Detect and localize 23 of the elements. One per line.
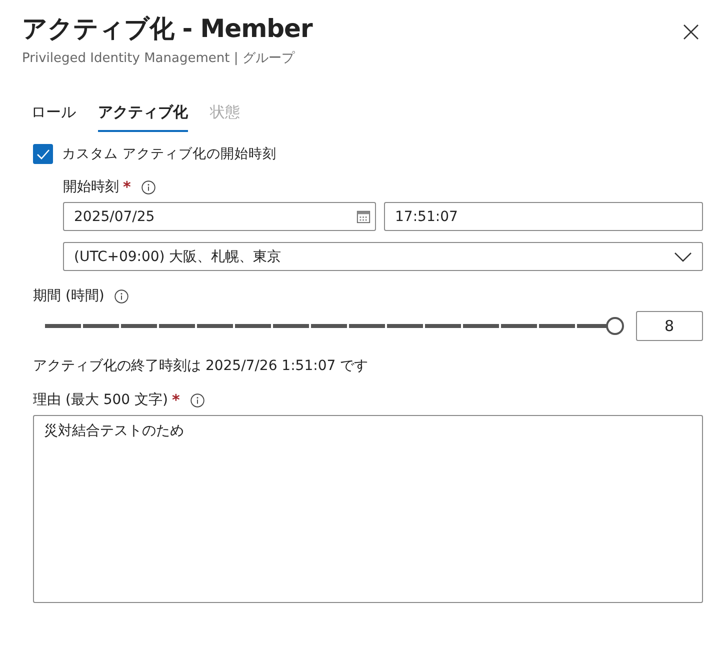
timezone-dropdown[interactable]: (UTC+09:00) 大阪、札幌、東京 — [63, 242, 703, 271]
required-mark: * — [123, 178, 131, 196]
tab[interactable]: ロール — [31, 97, 76, 132]
end-time-text: アクティブ化の終了時刻は 2025/7/26 1:51:07 です — [33, 357, 370, 375]
checkbox-label: カスタム アクティブ化の開始時刻 — [62, 145, 276, 163]
chevron-down-icon — [674, 252, 692, 262]
number-field[interactable]: 8 — [636, 311, 703, 341]
time-field[interactable]: 17:51:07 — [384, 202, 703, 231]
checkbox[interactable] — [33, 144, 53, 164]
slider-thumb[interactable] — [606, 317, 624, 335]
calendar-icon[interactable] — [356, 209, 371, 224]
info-icon[interactable] — [140, 180, 156, 194]
field-label: 理由 (最大 500 文字) — [33, 391, 168, 409]
reason-textarea[interactable]: 災対結合テストのため — [33, 415, 703, 603]
field-label: 期間 (時間) — [33, 287, 104, 305]
date-field[interactable]: 2025/07/25 — [63, 202, 376, 231]
panel-subtitle: Privileged Identity Management | グループ — [22, 50, 296, 67]
field-label: 開始時刻 — [63, 178, 119, 196]
tab[interactable]: アクティブ化 — [98, 97, 188, 132]
info-icon[interactable] — [114, 288, 130, 304]
required-mark: * — [172, 391, 180, 409]
info-icon[interactable] — [190, 392, 205, 408]
panel-title: アクティブ化 - Member — [22, 13, 312, 45]
